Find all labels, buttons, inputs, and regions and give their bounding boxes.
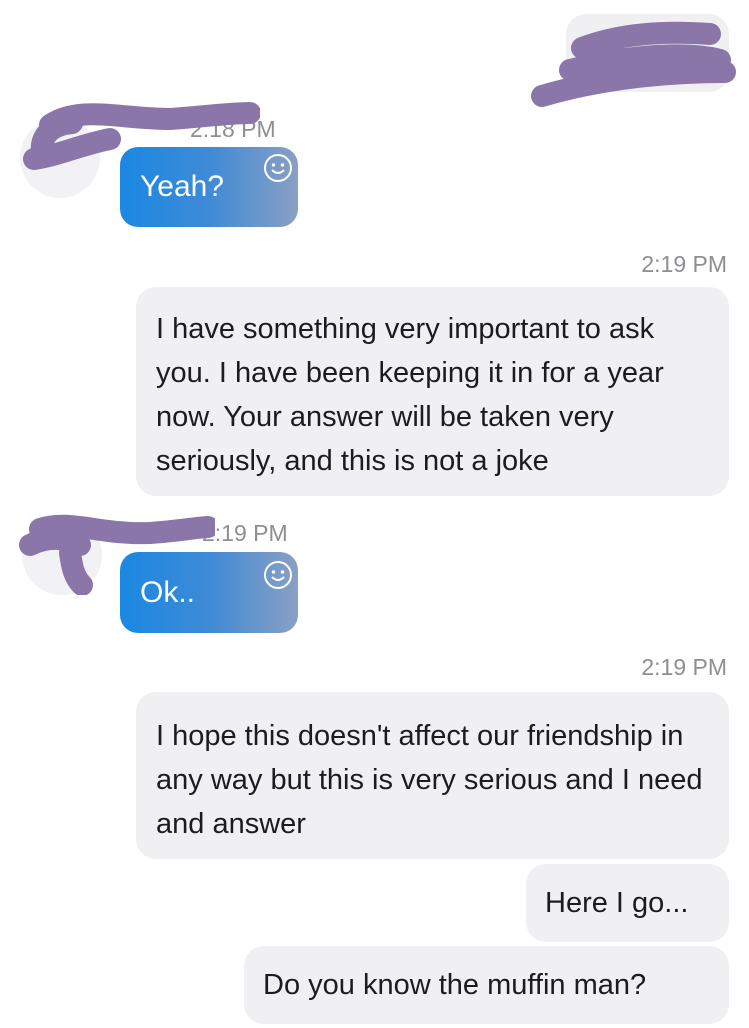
outgoing-message-bubble[interactable]: I hope this doesn't affect our friendshi… [136,692,729,859]
message-text: Here I go... [545,887,689,919]
message-text: I have something very important to ask y… [156,313,664,477]
outgoing-message-bubble[interactable]: Here I go... [526,864,729,942]
message-timestamp: 2:19 PM [641,654,727,680]
outgoing-message-bubble[interactable]: Do you know the muffin man? [244,946,729,1024]
smiley-face-icon[interactable] [263,560,293,590]
message-timestamp: 2:19 PM [641,251,727,277]
outgoing-message-bubble[interactable]: I have something very important to ask y… [136,287,729,496]
redaction-scribble [531,21,736,107]
message-text: Ok.. [140,576,196,609]
message-text: Do you know the muffin man? [263,969,647,1001]
smiley-face-icon[interactable] [263,153,293,183]
message-text: I hope this doesn't affect our friendshi… [156,720,703,840]
message-text: Yeah? [140,170,224,203]
